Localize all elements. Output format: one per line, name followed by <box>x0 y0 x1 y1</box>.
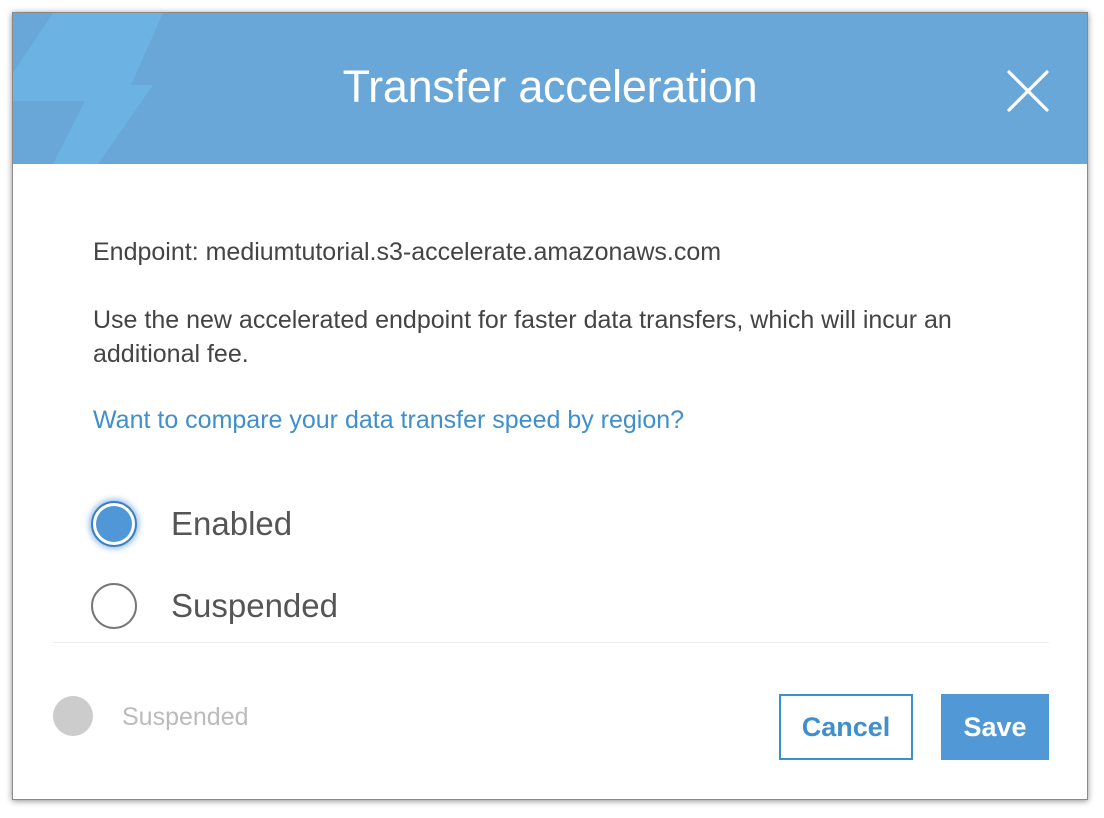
dialog-title: Transfer acceleration <box>342 61 758 112</box>
radio-label-enabled[interactable]: Enabled <box>171 504 292 544</box>
compare-speed-link[interactable]: Want to compare your data transfer speed… <box>93 403 684 437</box>
description-text: Use the new accelerated endpoint for fas… <box>93 306 952 368</box>
status-indicator-dot <box>53 696 93 736</box>
close-icon[interactable] <box>1003 66 1053 116</box>
radio-label-suspended[interactable]: Suspended <box>171 586 338 626</box>
save-button[interactable]: Save <box>941 694 1049 760</box>
radio-checked-dot <box>96 506 132 542</box>
close-button[interactable] <box>1003 66 1053 116</box>
endpoint-text: Endpoint: mediumtutorial.s3-accelerate.a… <box>93 238 722 266</box>
radio-option-suspended[interactable]: Suspended <box>91 580 338 632</box>
current-status-text: Suspended <box>122 703 249 731</box>
cancel-button[interactable]: Cancel <box>779 694 913 760</box>
transfer-acceleration-dialog: Transfer acceleration Endpoint: mediumtu… <box>12 12 1088 800</box>
dialog-header: Transfer acceleration <box>13 13 1087 164</box>
radio-button-enabled[interactable] <box>91 501 137 547</box>
radio-button-suspended[interactable] <box>91 583 137 629</box>
footer-divider <box>53 642 1049 643</box>
radio-option-enabled[interactable]: Enabled <box>91 498 292 550</box>
